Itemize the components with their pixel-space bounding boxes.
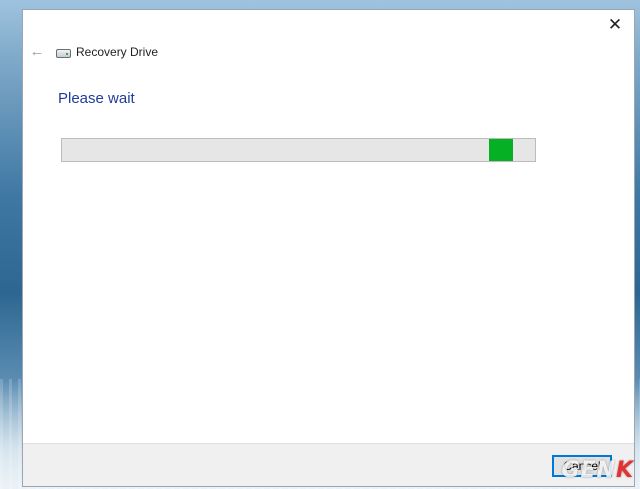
drive-icon <box>56 49 71 58</box>
progress-bar <box>61 138 536 162</box>
page-heading: Please wait <box>58 90 135 107</box>
title-bar: ← Recovery Drive ✕ <box>23 10 634 88</box>
window-title: Recovery Drive <box>76 45 159 59</box>
close-icon: ✕ <box>607 15 623 34</box>
arrow-left-icon: ← <box>29 43 45 60</box>
back-button[interactable]: ← <box>29 44 45 60</box>
genk-watermark-logo: GENK <box>561 458 634 483</box>
footer-bar: Cancel <box>23 443 634 486</box>
progress-bar-fill <box>489 139 513 161</box>
close-button[interactable]: ✕ <box>604 14 626 36</box>
recovery-drive-window: ← Recovery Drive ✕ Please wait Cancel <box>22 9 635 487</box>
